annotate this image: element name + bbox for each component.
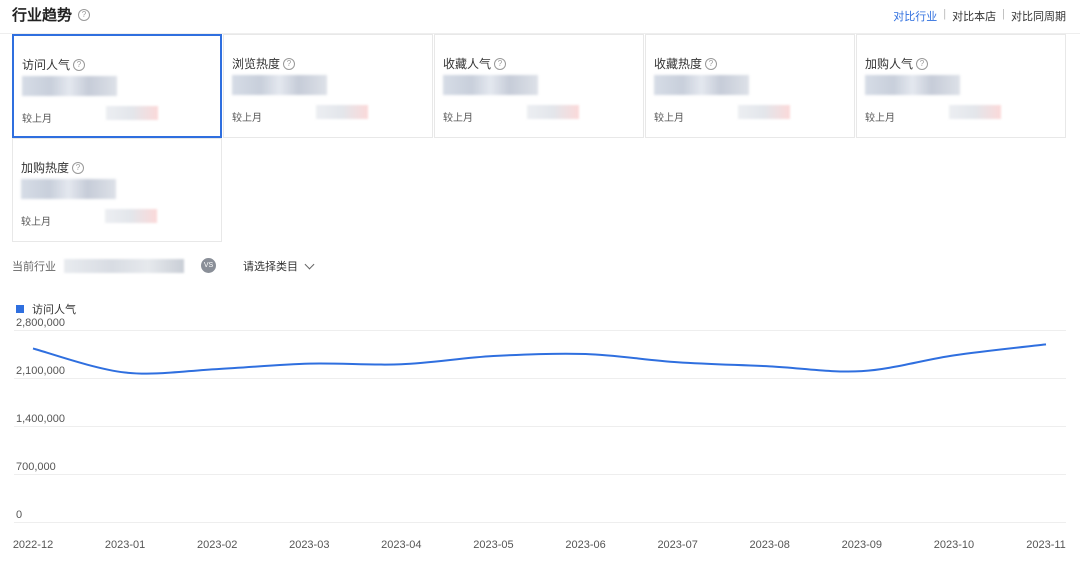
- x-tick-label: 2023-04: [381, 539, 421, 551]
- x-tick-label: 2023-02: [197, 539, 237, 551]
- series-line: [32, 343, 1047, 375]
- x-tick-label: 2023-06: [565, 539, 605, 551]
- metric-value-redacted: [22, 76, 117, 96]
- help-icon[interactable]: ?: [73, 58, 86, 71]
- metric-card-cart-pop[interactable]: 加购人气? 较上月: [856, 34, 1066, 138]
- metric-name-text: 收藏人气: [443, 57, 492, 71]
- x-tick-label: 2023-05: [473, 539, 513, 551]
- chart-legend[interactable]: 访问人气: [16, 301, 76, 317]
- mom-label: 较上月: [21, 217, 51, 228]
- help-icon[interactable]: ?: [283, 57, 296, 70]
- grid-lines: [14, 330, 1066, 523]
- metric-name-text: 收藏热度: [654, 57, 703, 71]
- mom-value-redacted: [106, 106, 158, 120]
- metric-name: 加购热度?: [21, 159, 85, 176]
- metric-name: 浏览热度?: [232, 55, 296, 72]
- compare-separator: |: [943, 8, 947, 20]
- mom-label: 较上月: [22, 114, 52, 125]
- y-axis-ticks: 0 700,000 1,400,000 2,100,000 2,800,000: [16, 318, 65, 521]
- compare-separator: |: [1002, 8, 1005, 20]
- help-icon[interactable]: ?: [494, 57, 507, 70]
- metric-name-text: 加购人气: [865, 57, 914, 71]
- x-axis-ticks: 2022-12 2023-01 2023-02 2023-03 2023-04 2023-…: [13, 539, 1066, 551]
- legend-swatch: [16, 305, 24, 313]
- compare-store-tab[interactable]: 对比本店: [952, 8, 996, 24]
- y-tick-label: 0: [16, 509, 22, 521]
- help-icon[interactable]: ?: [72, 161, 85, 174]
- metric-name: 访问人气?: [22, 56, 86, 73]
- legend-label: 访问人气: [32, 304, 76, 316]
- compare-industry-tab[interactable]: 对比行业: [893, 8, 937, 24]
- x-tick-label: 2023-11: [1026, 539, 1066, 551]
- mom-label: 较上月: [232, 113, 262, 124]
- metric-value-redacted: [654, 75, 749, 95]
- mom-value-redacted: [105, 209, 157, 223]
- mom-value-redacted: [316, 105, 368, 119]
- x-tick-label: 2022-12: [13, 539, 53, 551]
- mom-label: 较上月: [865, 113, 895, 124]
- page-title-text: 行业趋势: [12, 7, 73, 24]
- metric-value-redacted: [21, 179, 116, 199]
- y-tick-label: 1,400,000: [16, 413, 65, 425]
- metric-card-visits[interactable]: 访问人气? 较上月: [12, 34, 222, 138]
- industry-name-redacted: [64, 259, 184, 273]
- page-title: 行业趋势 ?: [12, 4, 91, 25]
- metric-name-text: 浏览热度: [232, 57, 281, 71]
- metric-name-text: 加购热度: [21, 161, 70, 175]
- compare-period-tab[interactable]: 对比同周期: [1011, 8, 1066, 24]
- x-tick-label: 2023-07: [657, 539, 697, 551]
- metric-value-redacted: [232, 75, 327, 95]
- metric-name-text: 访问人气: [22, 58, 71, 72]
- chevron-down-icon: [304, 259, 315, 269]
- x-tick-label: 2023-08: [750, 539, 790, 551]
- mom-value-redacted: [527, 105, 579, 119]
- metric-name: 收藏热度?: [654, 55, 718, 72]
- metric-card-fav-pop[interactable]: 收藏人气? 较上月: [434, 34, 644, 138]
- trend-chart: 0 700,000 1,400,000 2,100,000 2,800,000 2022…: [13, 318, 1066, 551]
- y-tick-label: 2,100,000: [16, 365, 65, 377]
- mom-label: 较上月: [443, 113, 473, 124]
- help-icon[interactable]: ?: [705, 57, 718, 70]
- mom-value-redacted: [949, 105, 1001, 119]
- metric-card-cart-heat[interactable]: 加购热度? 较上月: [12, 138, 222, 242]
- x-tick-label: 2023-03: [289, 539, 329, 551]
- category-select[interactable]: 请选择类目: [243, 258, 315, 274]
- y-tick-label: 700,000: [16, 461, 56, 473]
- category-select-label: 请选择类目: [243, 261, 298, 273]
- metric-name: 收藏人气?: [443, 55, 507, 72]
- mom-label: 较上月: [654, 113, 684, 124]
- compare-switch: 对比行业 | 对比本店 | 对比同周期: [893, 8, 1066, 24]
- x-tick-label: 2023-01: [105, 539, 145, 551]
- mom-value-redacted: [738, 105, 790, 119]
- current-industry-label: 当前行业: [12, 261, 56, 273]
- help-icon[interactable]: ?: [916, 57, 929, 70]
- current-industry: 当前行业: [12, 258, 184, 274]
- metric-value-redacted: [865, 75, 960, 95]
- metric-card-browse[interactable]: 浏览热度? 较上月: [223, 34, 433, 138]
- x-tick-label: 2023-10: [934, 539, 974, 551]
- help-icon[interactable]: ?: [78, 8, 91, 21]
- y-tick-label: 2,800,000: [16, 318, 65, 329]
- metric-name: 加购人气?: [865, 55, 929, 72]
- metric-value-redacted: [443, 75, 538, 95]
- metric-card-fav-heat[interactable]: 收藏热度? 较上月: [645, 34, 855, 138]
- vs-badge: VS: [201, 258, 216, 273]
- x-tick-label: 2023-09: [842, 539, 882, 551]
